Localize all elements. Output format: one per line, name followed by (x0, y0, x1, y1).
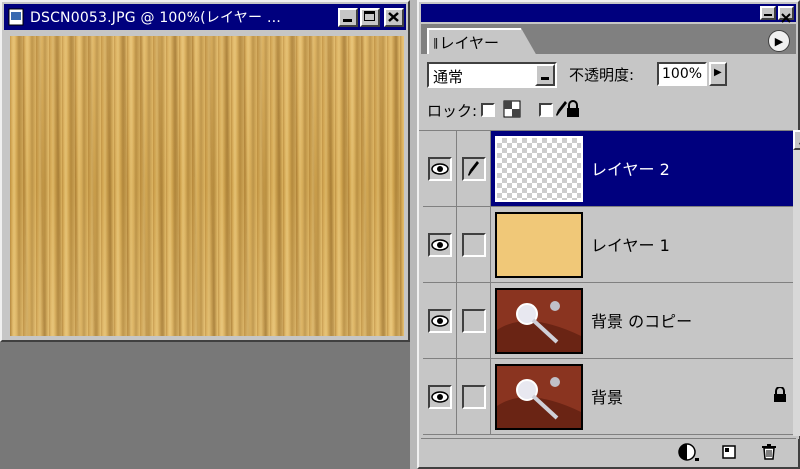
eye-icon (430, 162, 449, 175)
visibility-toggle[interactable] (423, 207, 457, 282)
delete-layer-button[interactable] (754, 441, 784, 463)
layer-row-layer1[interactable]: レイヤー 1 (423, 207, 793, 283)
layer-thumbnail-solid (495, 212, 583, 278)
layer-name: レイヤー 1 (591, 236, 670, 255)
layer-thumbnail-photo (495, 364, 583, 430)
palette-minimize-button[interactable] (760, 6, 776, 20)
layer-row-background[interactable]: 背景 (423, 359, 793, 435)
triangle-right-icon: ▶ (774, 34, 784, 48)
layer-name: レイヤー 2 (591, 160, 670, 179)
blend-mode-dropdown-button[interactable] (535, 64, 555, 86)
lock-icon (773, 386, 787, 403)
palette-menu-button[interactable]: ▶ (768, 30, 790, 52)
scroll-up-button[interactable]: ▲ (793, 130, 800, 150)
half-circle-icon (678, 443, 699, 461)
close-icon (781, 13, 791, 23)
triangle-right-icon: ▶ (714, 67, 722, 78)
new-layer-icon (722, 445, 736, 459)
palette-title-bar[interactable] (421, 4, 796, 23)
blend-mode-value: 通常 (433, 68, 464, 86)
palette-bottom-bar (421, 438, 796, 465)
layer-row-background-copy[interactable]: 背景 のコピー (423, 283, 793, 359)
new-layer-button[interactable] (714, 441, 744, 463)
lock-image-checkbox[interactable] (539, 103, 553, 117)
layer-thumbnail-transparent (495, 136, 583, 202)
opacity-field[interactable]: 100% (657, 62, 707, 86)
lock-label: ロック: (427, 102, 478, 120)
eye-icon (430, 238, 449, 251)
new-adjustment-layer-button[interactable] (674, 441, 704, 463)
trash-icon (762, 444, 776, 460)
opacity-label: 不透明度: (569, 66, 635, 84)
layers-list: レイヤー 2 レイヤー 1 背景 のコピー 背景 (419, 130, 799, 439)
layer-link-toggle[interactable] (457, 207, 491, 282)
document-window: DSCN0053.JPG @ 100%(レイヤー … (0, 0, 410, 342)
desktop-background (0, 340, 410, 469)
layers-palette: ‖ レイヤー ▶ 通常 不透明度: 100% ▶ ロック: レイヤー 2 レイヤ… (417, 0, 800, 469)
minimize-icon (343, 18, 352, 22)
visibility-toggle[interactable] (423, 131, 457, 206)
document-app-icon (8, 8, 24, 26)
eye-icon (430, 390, 449, 403)
layer-thumbnail-photo (495, 288, 583, 354)
tab-layers[interactable]: ‖ レイヤー (427, 28, 537, 56)
tab-grip-icon: ‖ (433, 35, 439, 49)
visibility-toggle[interactable] (423, 359, 457, 434)
layer-link-toggle[interactable] (457, 131, 491, 206)
layer-name: 背景 のコピー (591, 312, 693, 331)
lock-all-icon[interactable] (565, 100, 581, 118)
image-canvas[interactable] (10, 36, 404, 336)
maximize-icon (364, 10, 375, 21)
close-button[interactable] (384, 7, 404, 27)
lock-transparency-icon (503, 100, 521, 118)
eye-icon (430, 314, 449, 327)
lock-transparency-checkbox[interactable] (481, 103, 495, 117)
palette-close-button[interactable] (778, 6, 794, 23)
opacity-value: 100% (662, 66, 703, 82)
layer-row-layer2[interactable]: レイヤー 2 (423, 131, 793, 207)
visibility-toggle[interactable] (423, 283, 457, 358)
maximize-button[interactable] (360, 7, 380, 27)
layer-link-toggle[interactable] (457, 359, 491, 434)
palette-tab-row: ‖ レイヤー ▶ (421, 24, 796, 56)
minimize-button[interactable] (338, 7, 358, 27)
layer-link-toggle[interactable] (457, 283, 491, 358)
tab-layers-label: レイヤー (439, 33, 500, 52)
close-icon (388, 11, 399, 22)
minimize-icon (764, 14, 772, 16)
layer-name: 背景 (591, 388, 624, 407)
chevron-down-icon (541, 77, 549, 80)
opacity-slider-button[interactable]: ▶ (709, 62, 727, 86)
paintbrush-icon (467, 160, 479, 176)
document-title-bar[interactable]: DSCN0053.JPG @ 100%(レイヤー … (4, 4, 406, 30)
blend-mode-select[interactable]: 通常 (427, 62, 557, 88)
document-title: DSCN0053.JPG @ 100%(レイヤー … (30, 10, 282, 26)
layers-scrollbar[interactable]: ▲ (793, 130, 800, 436)
